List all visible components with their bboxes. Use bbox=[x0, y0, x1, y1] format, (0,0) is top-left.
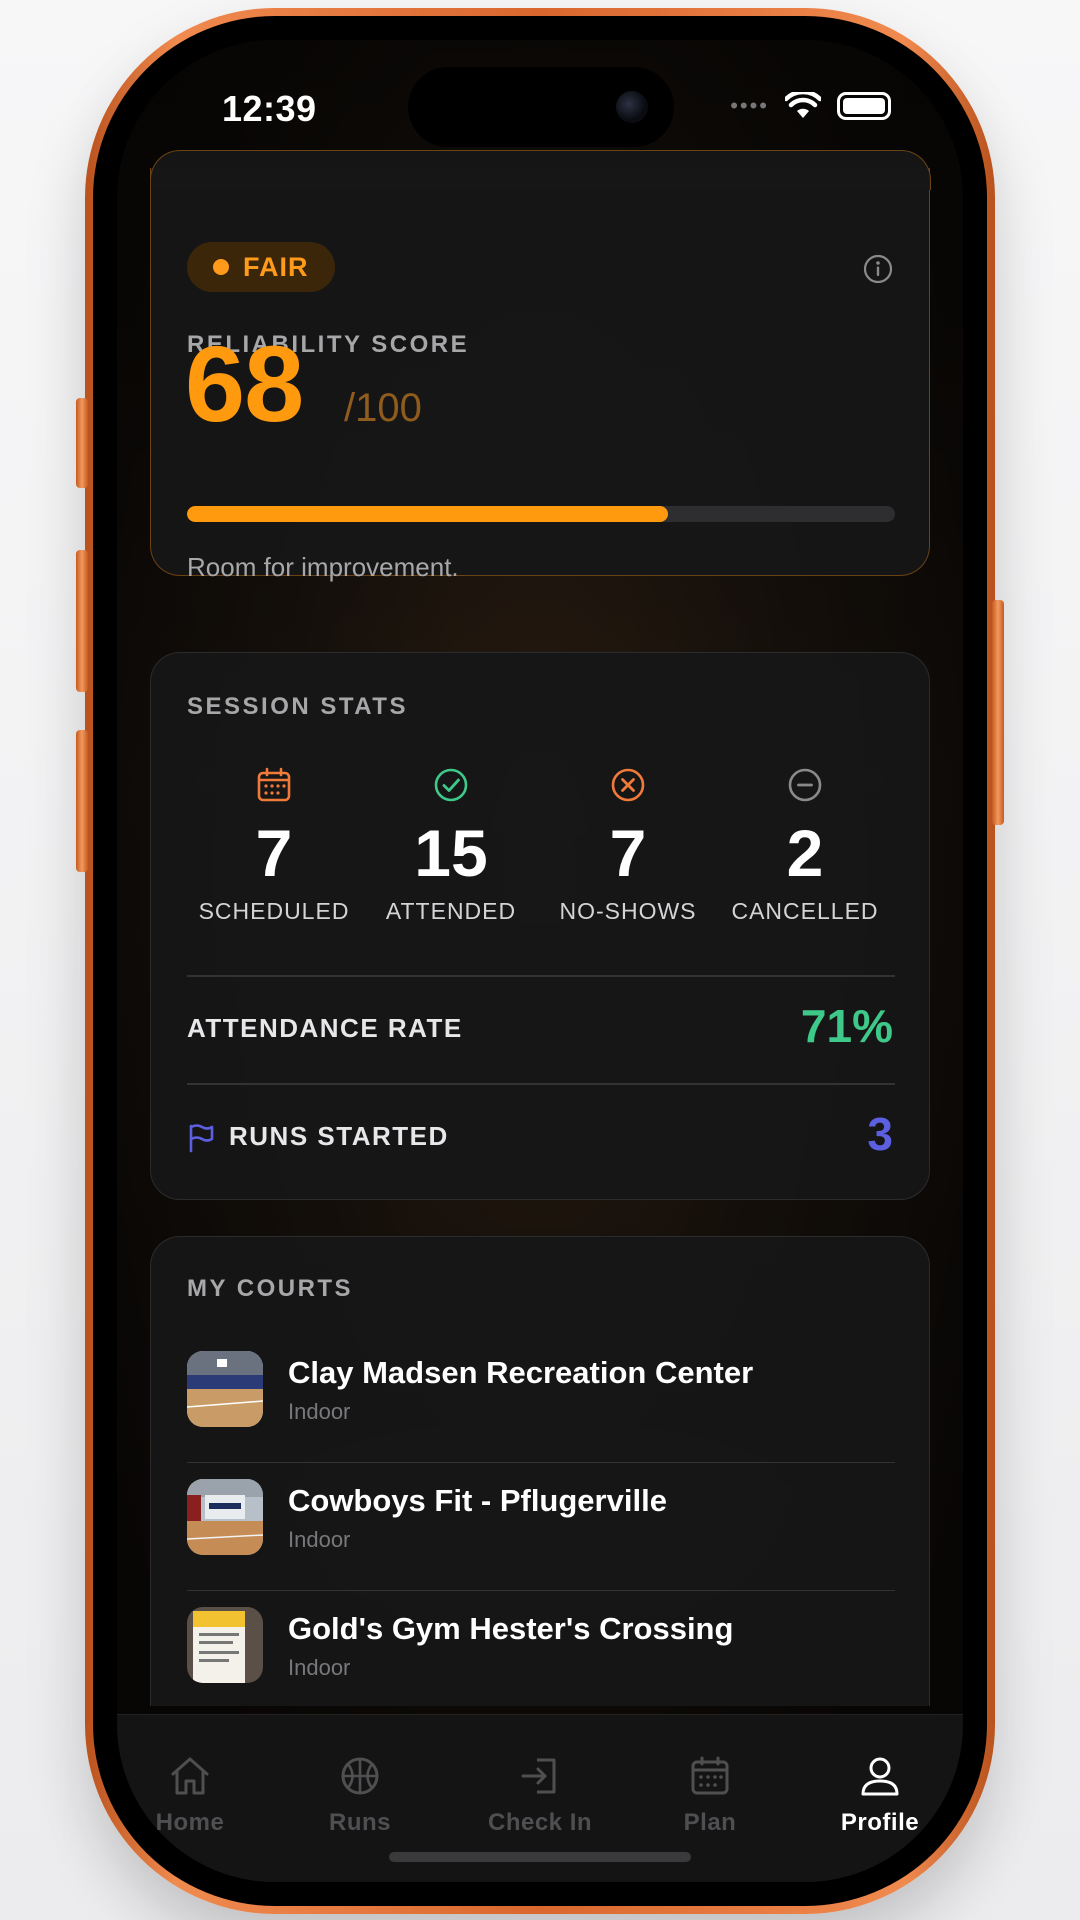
status-indicators: •••• bbox=[730, 92, 891, 120]
my-courts-card: MY COURTS Clay Madsen Recreation Center … bbox=[150, 1236, 930, 1706]
home-icon bbox=[171, 1757, 209, 1795]
stat-value: 7 bbox=[609, 816, 647, 890]
calendar-icon bbox=[257, 767, 291, 802]
tab-check-in[interactable]: Check In bbox=[465, 1753, 615, 1837]
court-thumbnail bbox=[187, 1351, 263, 1427]
info-icon[interactable] bbox=[863, 254, 893, 284]
camera-icon bbox=[616, 91, 648, 123]
stat-label: SCHEDULED bbox=[198, 898, 350, 925]
my-courts-title: MY COURTS bbox=[187, 1275, 354, 1302]
reliability-badge: FAIR bbox=[187, 242, 335, 292]
stat-scheduled[interactable]: 7 SCHEDULED bbox=[184, 765, 364, 925]
reliability-score: 68 bbox=[185, 323, 304, 444]
tab-plan[interactable]: Plan bbox=[635, 1753, 785, 1837]
tab-home[interactable]: Home bbox=[117, 1753, 265, 1837]
court-name: Clay Madsen Recreation Center bbox=[288, 1355, 754, 1390]
volume-up-button bbox=[76, 550, 88, 692]
court-item[interactable]: Clay Madsen Recreation Center Indoor bbox=[187, 1335, 895, 1463]
check-circle-icon bbox=[434, 768, 468, 802]
court-thumbnail bbox=[187, 1607, 263, 1683]
reliability-progress-fill bbox=[187, 506, 669, 522]
x-circle-icon bbox=[611, 768, 645, 802]
divider bbox=[187, 1083, 895, 1085]
stat-value: 2 bbox=[786, 816, 824, 890]
reliability-max: /100 bbox=[344, 386, 422, 430]
status-time: 12:39 bbox=[222, 88, 317, 129]
tab-label: Plan bbox=[683, 1809, 737, 1836]
session-stats-title: SESSION STATS bbox=[187, 693, 408, 720]
check-in-icon bbox=[521, 1758, 556, 1794]
stat-value: 7 bbox=[255, 816, 293, 890]
court-name: Cowboys Fit - Pflugerville bbox=[288, 1483, 667, 1518]
stat-no-shows[interactable]: 7 NO-SHOWS bbox=[538, 765, 718, 925]
tab-label: Check In bbox=[487, 1809, 593, 1836]
wifi-icon bbox=[785, 92, 821, 118]
reliability-note: Room for improvement. bbox=[187, 552, 459, 582]
stat-label: CANCELLED bbox=[731, 898, 879, 925]
screen: 12:39 •••• FAIR RELIABILITY SCORE 68 /10… bbox=[117, 40, 963, 1882]
stat-attended[interactable]: 15 ATTENDED bbox=[361, 765, 541, 925]
runs-started-value: 3 bbox=[867, 1108, 893, 1160]
court-type: Indoor bbox=[288, 1655, 351, 1680]
court-type: Indoor bbox=[288, 1399, 351, 1424]
badge-label: FAIR bbox=[243, 251, 309, 282]
badge-dot bbox=[213, 259, 229, 275]
basketball-icon bbox=[341, 1757, 379, 1795]
flag-icon bbox=[189, 1124, 214, 1153]
home-indicator bbox=[389, 1852, 691, 1862]
power-button bbox=[992, 600, 1004, 825]
court-name: Gold's Gym Hester's Crossing bbox=[288, 1611, 734, 1646]
action-button bbox=[76, 398, 88, 488]
stat-value: 15 bbox=[414, 816, 488, 890]
dynamic-island bbox=[408, 67, 674, 147]
stat-label: NO-SHOWS bbox=[559, 898, 697, 925]
court-type: Indoor bbox=[288, 1527, 351, 1552]
session-stats-card: SESSION STATS 7 SCHEDULED 15 ATTENDED 7 … bbox=[150, 652, 930, 1200]
tab-label: Home bbox=[155, 1809, 225, 1836]
runs-started-label: RUNS STARTED bbox=[229, 1121, 449, 1151]
calendar-icon bbox=[691, 1756, 729, 1795]
battery-icon bbox=[837, 92, 891, 120]
stat-label: ATTENDED bbox=[385, 898, 517, 925]
tab-profile[interactable]: Profile bbox=[805, 1753, 955, 1837]
volume-down-button bbox=[76, 730, 88, 872]
minus-circle-icon bbox=[788, 768, 822, 802]
tab-label: Profile bbox=[840, 1809, 920, 1836]
profile-icon bbox=[861, 1757, 899, 1796]
reliability-card: FAIR RELIABILITY SCORE 68 /100 Room for … bbox=[149, 150, 931, 582]
attendance-rate-value: 71% bbox=[800, 1000, 893, 1052]
court-item[interactable]: Gold's Gym Hester's Crossing Indoor bbox=[187, 1591, 895, 1706]
reliability-progress-bar bbox=[187, 506, 895, 522]
stat-cancelled[interactable]: 2 CANCELLED bbox=[715, 765, 895, 925]
court-item[interactable]: Cowboys Fit - Pflugerville Indoor bbox=[187, 1463, 895, 1591]
divider bbox=[187, 975, 895, 977]
attendance-rate-label: ATTENDANCE RATE bbox=[187, 1013, 463, 1043]
tab-label: Runs bbox=[329, 1809, 391, 1836]
tab-runs[interactable]: Runs bbox=[285, 1753, 435, 1837]
cellular-signal-icon: •••• bbox=[730, 93, 769, 118]
court-thumbnail bbox=[187, 1479, 263, 1555]
